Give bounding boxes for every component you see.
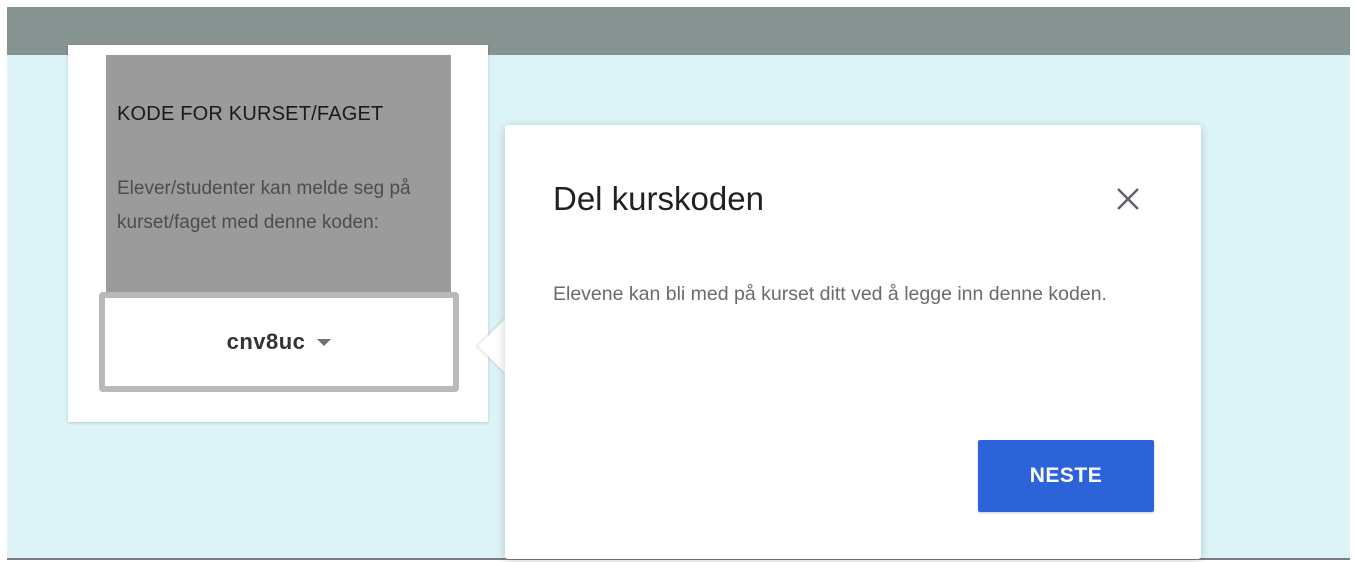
- card-description: Elever/studenter kan melde seg på kurset…: [117, 178, 411, 233]
- popover-pointer: [478, 318, 506, 374]
- popover-title: Del kurskoden: [553, 180, 764, 217]
- course-code-value: cnv8uc: [226, 329, 306, 354]
- card-title: KODE FOR KURSET/FAGET: [117, 103, 384, 125]
- course-code-dropdown[interactable]: cnv8uc: [99, 292, 459, 392]
- close-button[interactable]: [1111, 182, 1145, 216]
- chevron-down-icon: [317, 338, 332, 346]
- popover-text: Elevene kan bli med på kurset ditt ved å…: [553, 283, 1107, 305]
- next-button[interactable]: NESTE: [978, 440, 1154, 512]
- close-icon: [1117, 188, 1139, 210]
- share-code-popover: Del kurskoden Elevene kan bli med på kur…: [505, 125, 1201, 559]
